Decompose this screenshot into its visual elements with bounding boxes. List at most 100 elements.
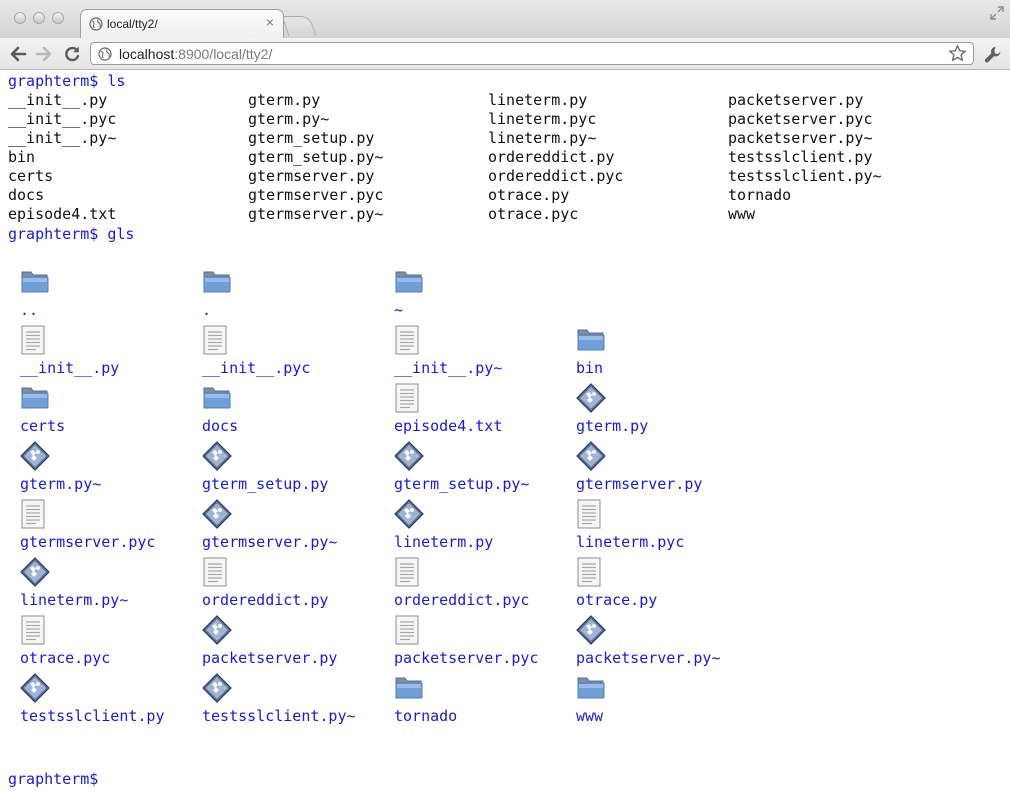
browser-tab[interactable]: local/tty2/ × — [80, 9, 284, 38]
prompt-current[interactable]: graphterm$ — [8, 770, 98, 789]
file-link[interactable]: __init__.py — [20, 359, 119, 378]
tab-close-icon[interactable]: × — [266, 15, 274, 29]
file-entry[interactable]: otrace.py — [564, 557, 746, 615]
file-link[interactable]: otrace.pyc — [20, 649, 110, 668]
zoom-window-button[interactable] — [52, 12, 64, 24]
file-entry[interactable]: packetserver.py~ — [564, 615, 746, 673]
file-link[interactable]: gtermserver.pyc — [20, 533, 155, 552]
script-icon — [20, 557, 50, 591]
file-entry[interactable]: __init__.py~ — [382, 325, 564, 383]
script-icon — [576, 615, 606, 649]
file-link[interactable]: lineterm.py — [394, 533, 493, 552]
file-entry[interactable]: __init__.py — [8, 325, 190, 383]
file-link[interactable]: episode4.txt — [394, 417, 502, 436]
file-entry[interactable]: ordereddict.py — [190, 557, 372, 615]
file-entry[interactable]: lineterm.py~ — [8, 557, 190, 615]
folder-icon — [576, 325, 606, 357]
file-link[interactable]: testsslclient.py~ — [202, 707, 356, 726]
ls-entry: docs — [8, 186, 45, 204]
ls-entry: lineterm.pyc — [488, 110, 597, 128]
terminal-area[interactable]: graphterm$ ls __init__.py __init__.pyc __i… — [0, 70, 1010, 793]
file-entry[interactable]: tornado — [382, 673, 564, 731]
file-link[interactable]: gterm.py~ — [20, 475, 101, 494]
file-entry[interactable]: . — [190, 267, 372, 325]
file-entry[interactable]: lineterm.pyc — [564, 499, 746, 557]
file-entry[interactable]: .. — [8, 267, 190, 325]
globe-icon — [98, 47, 112, 61]
ls-entry: certs — [8, 167, 54, 185]
file-entry[interactable]: gtermserver.py — [564, 441, 746, 499]
file-link[interactable]: gtermserver.py — [576, 475, 702, 494]
script-icon — [20, 673, 50, 707]
ls-entry: ordereddict.py — [488, 148, 615, 166]
file-entry[interactable]: docs — [190, 383, 372, 441]
file-link[interactable]: packetserver.py~ — [576, 649, 721, 668]
file-link[interactable]: tornado — [394, 707, 457, 726]
file-entry[interactable]: ~ — [382, 267, 564, 325]
new-tab-button[interactable] — [281, 16, 317, 36]
ls-entry: packetserver.py — [728, 91, 864, 109]
file-entry[interactable]: www — [564, 673, 746, 731]
file-link[interactable]: ~ — [394, 301, 403, 320]
file-link[interactable]: ordereddict.py — [202, 591, 328, 610]
file-link[interactable]: gterm_setup.py — [202, 475, 328, 494]
prompt-ls: graphterm$ ls — [8, 72, 126, 90]
text-file-icon — [202, 557, 228, 591]
file-link[interactable]: certs — [20, 417, 65, 436]
file-link[interactable]: gtermserver.py~ — [202, 533, 337, 552]
file-entry[interactable]: packetserver.pyc — [382, 615, 564, 673]
file-link[interactable]: __init__.pyc — [202, 359, 310, 378]
file-link[interactable]: testsslclient.py — [20, 707, 165, 726]
folder-icon — [576, 673, 606, 705]
file-entry[interactable]: lineterm.py — [382, 499, 564, 557]
file-link[interactable]: packetserver.pyc — [394, 649, 539, 668]
file-link[interactable]: packetserver.py — [202, 649, 337, 668]
file-link[interactable]: bin — [576, 359, 603, 378]
fullscreen-icon[interactable] — [990, 6, 1004, 20]
file-entry[interactable]: gtermserver.pyc — [8, 499, 190, 557]
wrench-icon[interactable] — [983, 45, 1003, 65]
file-link[interactable]: lineterm.pyc — [576, 533, 684, 552]
file-link[interactable]: .. — [20, 301, 38, 320]
file-link[interactable]: gterm_setup.py~ — [394, 475, 529, 494]
browser-toolbar: localhost:8900/local/tty2/ — [0, 38, 1010, 70]
bookmark-star-icon[interactable] — [948, 44, 967, 63]
file-entry[interactable]: gtermserver.py~ — [190, 499, 372, 557]
text-file-icon — [394, 615, 420, 649]
url-host: localhost — [119, 46, 175, 62]
file-entry[interactable]: packetserver.py — [190, 615, 372, 673]
file-entry[interactable]: __init__.pyc — [190, 325, 372, 383]
back-arrow-icon[interactable] — [8, 44, 28, 64]
file-link[interactable]: ordereddict.pyc — [394, 591, 529, 610]
file-link[interactable]: __init__.py~ — [394, 359, 502, 378]
file-entry[interactable]: gterm_setup.py~ — [382, 441, 564, 499]
file-link[interactable]: www — [576, 707, 603, 726]
file-entry[interactable]: ordereddict.pyc — [382, 557, 564, 615]
file-link[interactable]: gterm.py — [576, 417, 648, 436]
file-link[interactable]: otrace.py — [576, 591, 657, 610]
file-entry[interactable]: otrace.pyc — [8, 615, 190, 673]
ls-entry: otrace.py — [488, 186, 570, 204]
forward-arrow-icon[interactable] — [34, 44, 54, 64]
file-entry[interactable]: gterm.py~ — [8, 441, 190, 499]
file-entry[interactable]: testsslclient.py — [8, 673, 190, 731]
close-window-button[interactable] — [14, 12, 26, 24]
ls-entry: bin — [8, 148, 36, 166]
file-link[interactable]: . — [202, 301, 211, 320]
tab-title: local/tty2/ — [107, 17, 158, 31]
file-entry[interactable]: bin — [564, 325, 746, 383]
file-link[interactable]: lineterm.py~ — [20, 591, 128, 610]
file-entry[interactable]: certs — [8, 383, 190, 441]
file-entry[interactable]: gterm_setup.py — [190, 441, 372, 499]
ls-entry: __init__.py~ — [8, 129, 117, 147]
url-path: :8900/local/tty2/ — [174, 46, 273, 62]
file-entry[interactable]: episode4.txt — [382, 383, 564, 441]
file-entry[interactable]: gterm.py — [564, 383, 746, 441]
ls-entry: lineterm.py — [488, 91, 588, 109]
file-link[interactable]: docs — [202, 417, 238, 436]
address-bar[interactable]: localhost:8900/local/tty2/ — [90, 42, 974, 65]
reload-icon[interactable] — [62, 44, 82, 64]
file-entry[interactable]: testsslclient.py~ — [190, 673, 372, 731]
ls-entry: testsslclient.py — [728, 148, 873, 166]
minimize-window-button[interactable] — [33, 12, 45, 24]
